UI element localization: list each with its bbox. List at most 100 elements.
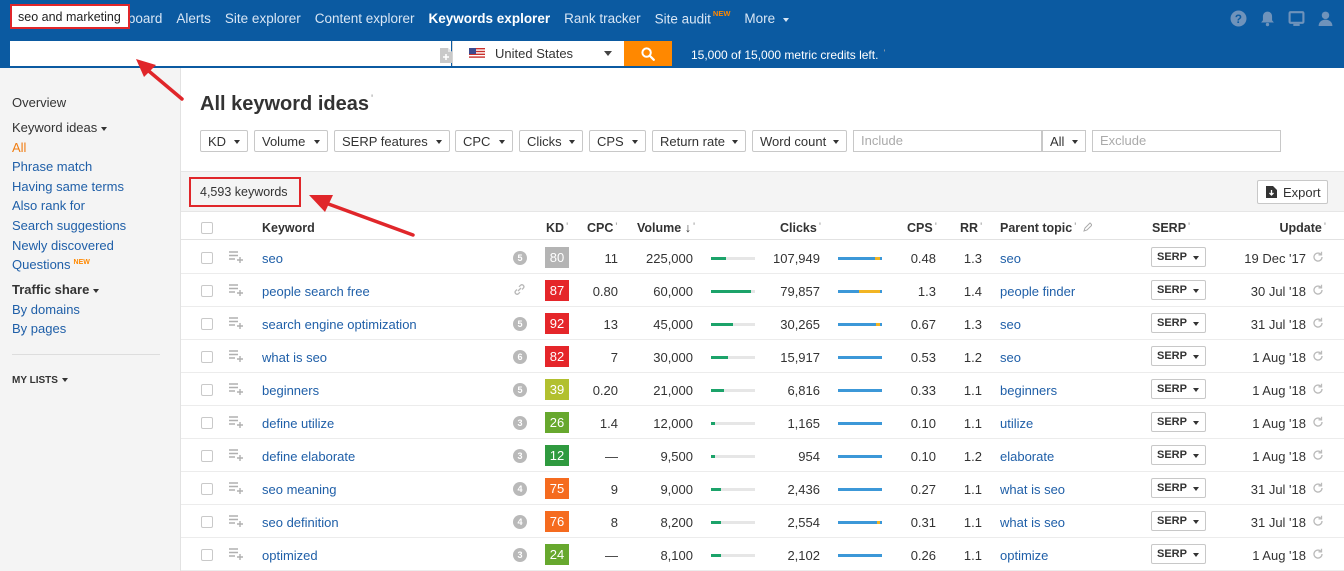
nav-rank-tracker[interactable]: Rank tracker: [564, 11, 641, 27]
keyword-link[interactable]: optimized: [262, 548, 318, 563]
serp-button[interactable]: SERP: [1151, 379, 1206, 399]
refresh-icon[interactable]: [1312, 383, 1324, 395]
serp-button[interactable]: SERP: [1151, 412, 1206, 432]
nav-site-audit[interactable]: Site audit NEW: [655, 9, 731, 27]
row-checkbox[interactable]: [201, 318, 213, 330]
filter-word-count[interactable]: Word count: [752, 130, 847, 152]
my-lists-toggle[interactable]: MY LISTS: [12, 375, 68, 386]
column-serp[interactable]: SERP ': [1152, 221, 1190, 235]
row-checkbox[interactable]: [201, 483, 213, 495]
sidebar-item-newly-discovered[interactable]: Newly discovered: [12, 238, 114, 253]
sidebar-item-questions[interactable]: Questions NEW: [12, 257, 90, 272]
parent-topic-link[interactable]: people finder: [1000, 284, 1075, 299]
column-kd[interactable]: KD ': [546, 221, 568, 235]
row-checkbox[interactable]: [201, 450, 213, 462]
nav-keywords-explorer[interactable]: Keywords explorer: [429, 11, 551, 27]
refresh-icon[interactable]: [1312, 548, 1324, 560]
keyword-link[interactable]: seo definition: [262, 515, 339, 530]
refresh-icon[interactable]: [1312, 416, 1324, 428]
sidebar-overview[interactable]: Overview: [12, 95, 66, 110]
add-to-list-icon[interactable]: [229, 514, 243, 527]
row-checkbox[interactable]: [201, 252, 213, 264]
serp-button[interactable]: SERP: [1151, 445, 1206, 465]
refresh-icon[interactable]: [1312, 515, 1324, 527]
parent-topic-link[interactable]: utilize: [1000, 416, 1033, 431]
country-select[interactable]: United States: [452, 41, 624, 66]
select-all-checkbox[interactable]: [201, 222, 213, 234]
refresh-icon[interactable]: [1312, 284, 1324, 296]
column-volume[interactable]: Volume ↓ ': [637, 221, 695, 235]
serp-button[interactable]: SERP: [1151, 478, 1206, 498]
keyword-link[interactable]: seo: [262, 251, 283, 266]
parent-topic-link[interactable]: elaborate: [1000, 449, 1054, 464]
column-parent-topic[interactable]: Parent topic ': [1000, 221, 1093, 235]
keyword-link[interactable]: search engine optimization: [262, 317, 417, 332]
search-field-wrapper[interactable]: [10, 41, 453, 66]
search-input[interactable]: [10, 4, 130, 29]
row-checkbox[interactable]: [201, 351, 213, 363]
parent-topic-link[interactable]: beginners: [1000, 383, 1057, 398]
parent-topic-link[interactable]: optimize: [1000, 548, 1048, 563]
serp-button[interactable]: SERP: [1151, 346, 1206, 366]
nav-more[interactable]: More: [744, 11, 789, 27]
row-checkbox[interactable]: [201, 285, 213, 297]
parent-topic-link[interactable]: seo: [1000, 251, 1021, 266]
add-to-list-icon[interactable]: [229, 547, 243, 560]
sidebar-item-also-rank[interactable]: Also rank for: [12, 198, 85, 213]
exclude-input[interactable]: Exclude: [1092, 130, 1281, 152]
serp-button[interactable]: SERP: [1151, 313, 1206, 333]
serp-button[interactable]: SERP: [1151, 280, 1206, 300]
add-to-list-icon[interactable]: [229, 382, 243, 395]
parent-topic-link[interactable]: what is seo: [1000, 515, 1065, 530]
column-cpc[interactable]: CPC ': [587, 221, 618, 235]
row-checkbox[interactable]: [201, 516, 213, 528]
filter-cpc[interactable]: CPC: [455, 130, 513, 152]
refresh-icon[interactable]: [1312, 317, 1324, 329]
filter-cps[interactable]: CPS: [589, 130, 646, 152]
include-input[interactable]: Include: [853, 130, 1042, 152]
user-icon[interactable]: [1317, 10, 1334, 27]
add-to-list-icon[interactable]: [229, 250, 243, 263]
add-to-list-icon[interactable]: [229, 349, 243, 362]
refresh-icon[interactable]: [1312, 482, 1324, 494]
parent-topic-link[interactable]: seo: [1000, 350, 1021, 365]
nav-site-explorer[interactable]: Site explorer: [225, 11, 301, 27]
sidebar-item-same-terms[interactable]: Having same terms: [12, 179, 124, 194]
refresh-icon[interactable]: [1312, 350, 1324, 362]
column-cps[interactable]: CPS ': [907, 221, 937, 235]
sidebar-item-by-domains[interactable]: By domains: [12, 302, 80, 317]
add-to-list-icon[interactable]: [229, 283, 243, 296]
column-update[interactable]: Update ': [1279, 221, 1326, 235]
add-to-list-icon[interactable]: [229, 448, 243, 461]
keyword-link[interactable]: seo meaning: [262, 482, 336, 497]
bell-icon[interactable]: [1259, 10, 1276, 27]
include-mode-select[interactable]: All: [1042, 130, 1086, 152]
serp-button[interactable]: SERP: [1151, 511, 1206, 531]
filter-kd[interactable]: KD: [200, 130, 248, 152]
search-button[interactable]: [624, 41, 672, 66]
refresh-icon[interactable]: [1312, 251, 1324, 263]
parent-topic-link[interactable]: seo: [1000, 317, 1021, 332]
serp-button[interactable]: SERP: [1151, 247, 1206, 267]
row-checkbox[interactable]: [201, 417, 213, 429]
row-checkbox[interactable]: [201, 549, 213, 561]
export-button[interactable]: Export: [1257, 180, 1328, 204]
sidebar-item-phrase-match[interactable]: Phrase match: [12, 159, 92, 174]
file-upload-icon[interactable]: [439, 48, 453, 63]
keyword-link[interactable]: people search free: [262, 284, 370, 299]
filter-clicks[interactable]: Clicks: [519, 130, 583, 152]
filter-serp-features[interactable]: SERP features: [334, 130, 450, 152]
add-to-list-icon[interactable]: [229, 316, 243, 329]
sidebar-item-by-pages[interactable]: By pages: [12, 321, 66, 336]
help-icon[interactable]: ?: [1230, 10, 1247, 27]
filter-return-rate[interactable]: Return rate: [652, 130, 746, 152]
sidebar-keyword-ideas[interactable]: Keyword ideas: [12, 120, 108, 135]
column-rr[interactable]: RR ': [960, 221, 982, 235]
sidebar-item-all[interactable]: All: [12, 140, 26, 155]
serp-button[interactable]: SERP: [1151, 544, 1206, 564]
parent-topic-link[interactable]: what is seo: [1000, 482, 1065, 497]
column-keyword[interactable]: Keyword: [262, 221, 315, 235]
column-clicks[interactable]: Clicks ': [780, 221, 821, 235]
sidebar-item-suggestions[interactable]: Search suggestions: [12, 218, 126, 233]
refresh-icon[interactable]: [1312, 449, 1324, 461]
